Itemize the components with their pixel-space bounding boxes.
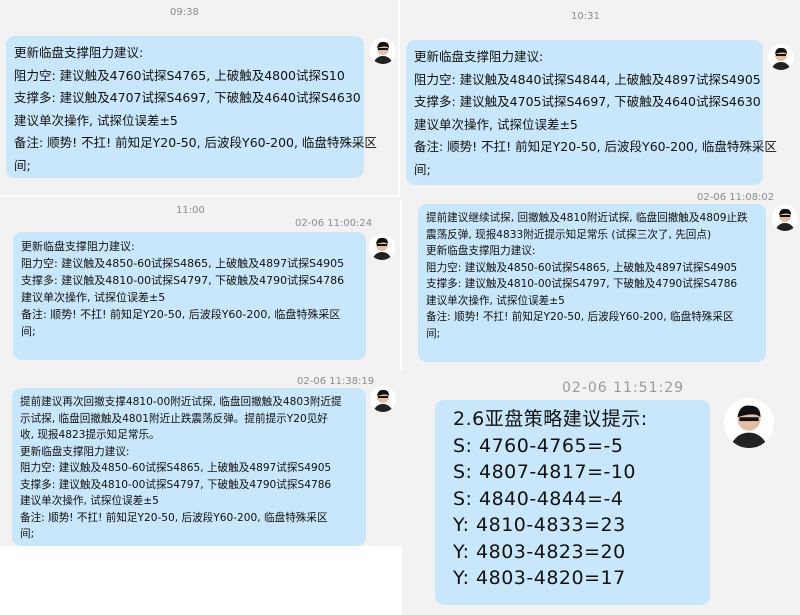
- message-line: 更新临盘支撑阻力建议:: [20, 445, 130, 458]
- message-line: 示试探, 临盘回撤触及4801附近止跌震荡反弹。提前提示Y20见好: [20, 412, 328, 425]
- chat-panel-6: 02-06 11:51:29 2.6亚盘策略建议提示: S: 4760-4765…: [402, 370, 800, 615]
- time-divider: 09:38: [170, 7, 199, 18]
- message-line: 支撑多: 建议触及4707试探S4697, 下破触及4640试探S4630: [14, 90, 361, 105]
- message-line: 震荡反弹, 现报4833附近提示知足常乐 (试探三次了, 先回点): [426, 228, 712, 241]
- avatar-icon[interactable]: [369, 234, 395, 260]
- message-line: 备注: 顺势! 不扛! 前知足Y20-50, 后波段Y60-200, 临盘特殊采…: [426, 311, 734, 323]
- strategy-line: S: 4840-4844=-4: [453, 487, 624, 510]
- message-timestamp: 02-06 11:08:02: [697, 192, 775, 203]
- message-line: 备注: 顺势! 不扛! 前知足Y20-50, 后波段Y60-200, 临盘特殊采…: [14, 135, 377, 150]
- message-line: 间;: [21, 325, 36, 338]
- message-line: 支撑多: 建议触及4705试探S4697, 下破触及4640试探S4630: [414, 94, 761, 109]
- strategy-line: Y: 4803-4820=17: [453, 567, 626, 589]
- message-timestamp: 02-06 11:38:19: [297, 376, 375, 387]
- message-line: 间;: [426, 327, 441, 340]
- message-timestamp: 02-06 11:00:24: [295, 218, 373, 229]
- avatar-icon[interactable]: [772, 205, 798, 231]
- avatar-icon[interactable]: [370, 38, 396, 64]
- message-line: 支撑多: 建议触及4810-00试探S4797, 下破触及4790试探S4786: [20, 478, 332, 491]
- message-line: 支撑多: 建议触及4810-00试探S4797, 下破触及4790试探S4786: [21, 274, 345, 287]
- message-line: 阻力空: 建议触及4850-60试探S4865, 上破触及4897试探S4905: [21, 257, 345, 270]
- avatar-icon[interactable]: [370, 386, 396, 412]
- message-line: 更新临盘支撑阻力建议:: [21, 240, 135, 253]
- message-line: 阻力空: 建议触及4850-60试探S4865, 上破触及4897试探S4905: [20, 462, 332, 474]
- message-line: 建议单次操作, 试探位误差±5: [21, 291, 166, 304]
- message-line: 备注: 顺势! 不扛! 前知足Y20-50, 后波段Y60-200, 临盘特殊采…: [20, 511, 328, 524]
- chat-panel-1: 09:38 更新临盘支撑阻力建议: 阻力空: 建议触及4760试探S4765, …: [0, 0, 398, 195]
- message-line: 建议单次操作, 试探位误差±5: [20, 495, 159, 507]
- message-line: 备注: 顺势! 不扛! 前知足Y20-50, 后波段Y60-200, 临盘特殊采…: [414, 139, 777, 154]
- message-line: 阻力空: 建议触及4840试探S4844, 上破触及4897试探S4905: [414, 71, 761, 87]
- strategy-title: 2.6亚盘策略建议提示:: [453, 408, 648, 430]
- strategy-line: S: 4760-4765=-5: [453, 434, 624, 457]
- message-bubble[interactable]: 更新临盘支撑阻力建议: 阻力空: 建议触及4840试探S4844, 上破触及48…: [406, 40, 777, 185]
- message-line: 更新临盘支撑阻力建议:: [426, 245, 536, 257]
- message-line: 更新临盘支撑阻力建议:: [414, 49, 544, 64]
- time-divider: 10:31: [571, 11, 600, 22]
- message-bubble[interactable]: 提前建议再次回撤支撑4810-00附近试探, 临盘回撤触及4803附近提 示试探…: [12, 388, 366, 546]
- message-line: 备注: 顺势! 不扛! 前知足Y20-50, 后波段Y60-200, 临盘特殊采…: [21, 308, 341, 321]
- message-line: 阻力空: 建议触及4850-60试探S4865, 上破触及4897试探S4905: [426, 261, 738, 274]
- message-line: 建议单次操作, 试探位误差±5: [414, 116, 578, 132]
- message-timestamp: 02-06 11:51:29: [562, 380, 685, 396]
- chat-panel-4: 02-06 11:08:02 提前建议继续试探, 回撤触及4810附近试探, 临…: [402, 188, 800, 370]
- message-line: 建议单次操作, 试探位误差±5: [14, 112, 178, 128]
- message-line: 间;: [414, 161, 431, 177]
- message-line: 建议单次操作, 试探位误差±5: [426, 294, 565, 307]
- message-line: 间;: [20, 528, 35, 540]
- chat-panel-2: 10:31 更新临盘支撑阻力建议: 阻力空: 建议触及4840试探S4844, …: [400, 0, 800, 200]
- message-line: 间;: [14, 157, 31, 173]
- message-bubble[interactable]: 提前建议继续试探, 回撤触及4810附近试探, 临盘回撤触及4809止跌 震荡反…: [418, 204, 766, 362]
- message-bubble[interactable]: 更新临盘支撑阻力建议: 阻力空: 建议触及4850-60试探S4865, 上破触…: [13, 232, 366, 360]
- avatar-icon[interactable]: [768, 44, 794, 70]
- message-line: 收, 现报4823提示知足常乐。: [20, 429, 160, 441]
- time-divider: 11:00: [176, 205, 205, 216]
- message-bubble[interactable]: 更新临盘支撑阻力建议: 阻力空: 建议触及4760试探S4765, 上破触及48…: [6, 36, 377, 178]
- message-line: 更新临盘支撑阻力建议:: [14, 45, 144, 60]
- message-line: 提前建议再次回撤支撑4810-00附近试探, 临盘回撤触及4803附近提: [20, 396, 342, 408]
- avatar-icon[interactable]: [724, 398, 774, 448]
- strategy-line: Y: 4803-4823=20: [453, 540, 626, 563]
- message-bubble[interactable]: 2.6亚盘策略建议提示: S: 4760-4765=-5 S: 4807-481…: [435, 400, 710, 605]
- chat-panel-5: 02-06 11:38:19 提前建议再次回撤支撑4810-00附近试探, 临盘…: [0, 370, 402, 546]
- strategy-line: Y: 4810-4833=23: [453, 514, 626, 536]
- message-line: 支撑多: 建议触及4810-00试探S4797, 下破触及4790试探S4786: [426, 278, 738, 290]
- message-line: 提前建议继续试探, 回撤触及4810附近试探, 临盘回撤触及4809止跌: [426, 212, 748, 224]
- chat-panel-3: 11:00 02-06 11:00:24 更新临盘支撑阻力建议: 阻力空: 建议…: [0, 197, 400, 375]
- message-line: 阻力空: 建议触及4760试探S4765, 上破触及4800试探S10: [14, 67, 345, 83]
- strategy-line: S: 4807-4817=-10: [453, 461, 637, 483]
